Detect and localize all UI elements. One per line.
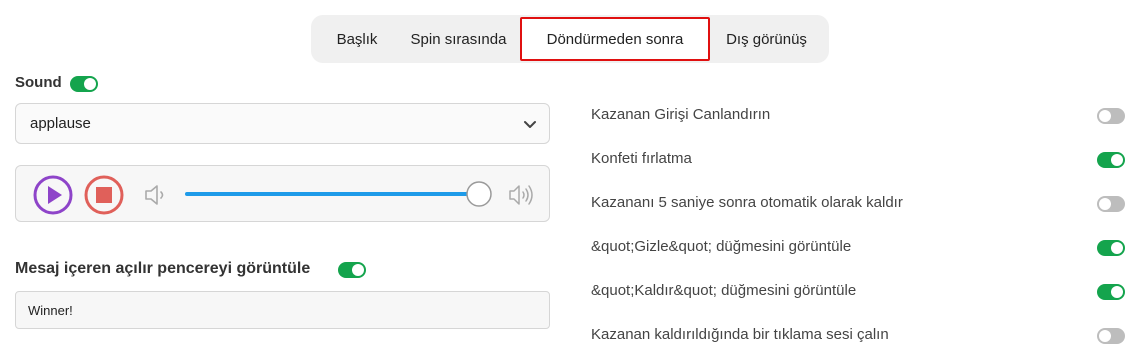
popup-message-label: Mesaj içeren açılır pencereyi görüntüle <box>15 260 311 277</box>
popup-message-input[interactable] <box>15 291 550 329</box>
tab-after-spin[interactable]: Döndürmeden sonra <box>520 17 710 61</box>
chevron-down-icon <box>524 121 536 128</box>
setting-auto-remove-label: Kazananı 5 saniye sonra otomatik olarak … <box>591 194 903 211</box>
sound-toggle[interactable] <box>70 76 98 92</box>
tab-during-spin[interactable]: Spin sırasında <box>397 17 520 61</box>
play-icon[interactable] <box>32 174 74 216</box>
volume-high-icon[interactable] <box>507 181 537 209</box>
audio-player <box>15 165 550 222</box>
sound-select-value: applause <box>30 115 91 132</box>
volume-slider[interactable] <box>182 179 498 209</box>
setting-remove-button-toggle[interactable] <box>1097 284 1125 300</box>
setting-click-sound-label: Kazanan kaldırıldığında bir tıklama sesi… <box>591 326 889 343</box>
tab-title[interactable]: Başlık <box>317 17 397 61</box>
stop-icon[interactable] <box>83 174 125 216</box>
setting-animate-winner-toggle[interactable] <box>1097 108 1125 124</box>
popup-message-toggle[interactable] <box>338 262 366 278</box>
setting-hide-button-label: &quot;Gizle&quot; düğmesini görüntüle <box>591 238 852 255</box>
setting-animate-winner-label: Kazanan Girişi Canlandırın <box>591 106 771 123</box>
volume-low-icon[interactable] <box>143 182 169 208</box>
setting-confetti-label: Konfeti fırlatma <box>591 150 692 167</box>
setting-remove-button-label: &quot;Kaldır&quot; düğmesini görüntüle <box>591 282 857 299</box>
sound-select[interactable]: applause <box>15 103 550 144</box>
volume-slider-thumb <box>466 181 492 207</box>
tab-appearance[interactable]: Dış görünüş <box>710 17 823 61</box>
sound-label: Sound <box>15 74 62 91</box>
tab-bar: Başlık Spin sırasında Döndürmeden sonra … <box>311 15 829 63</box>
setting-confetti-toggle[interactable] <box>1097 152 1125 168</box>
setting-auto-remove-toggle[interactable] <box>1097 196 1125 212</box>
setting-hide-button-toggle[interactable] <box>1097 240 1125 256</box>
setting-click-sound-toggle[interactable] <box>1097 328 1125 344</box>
